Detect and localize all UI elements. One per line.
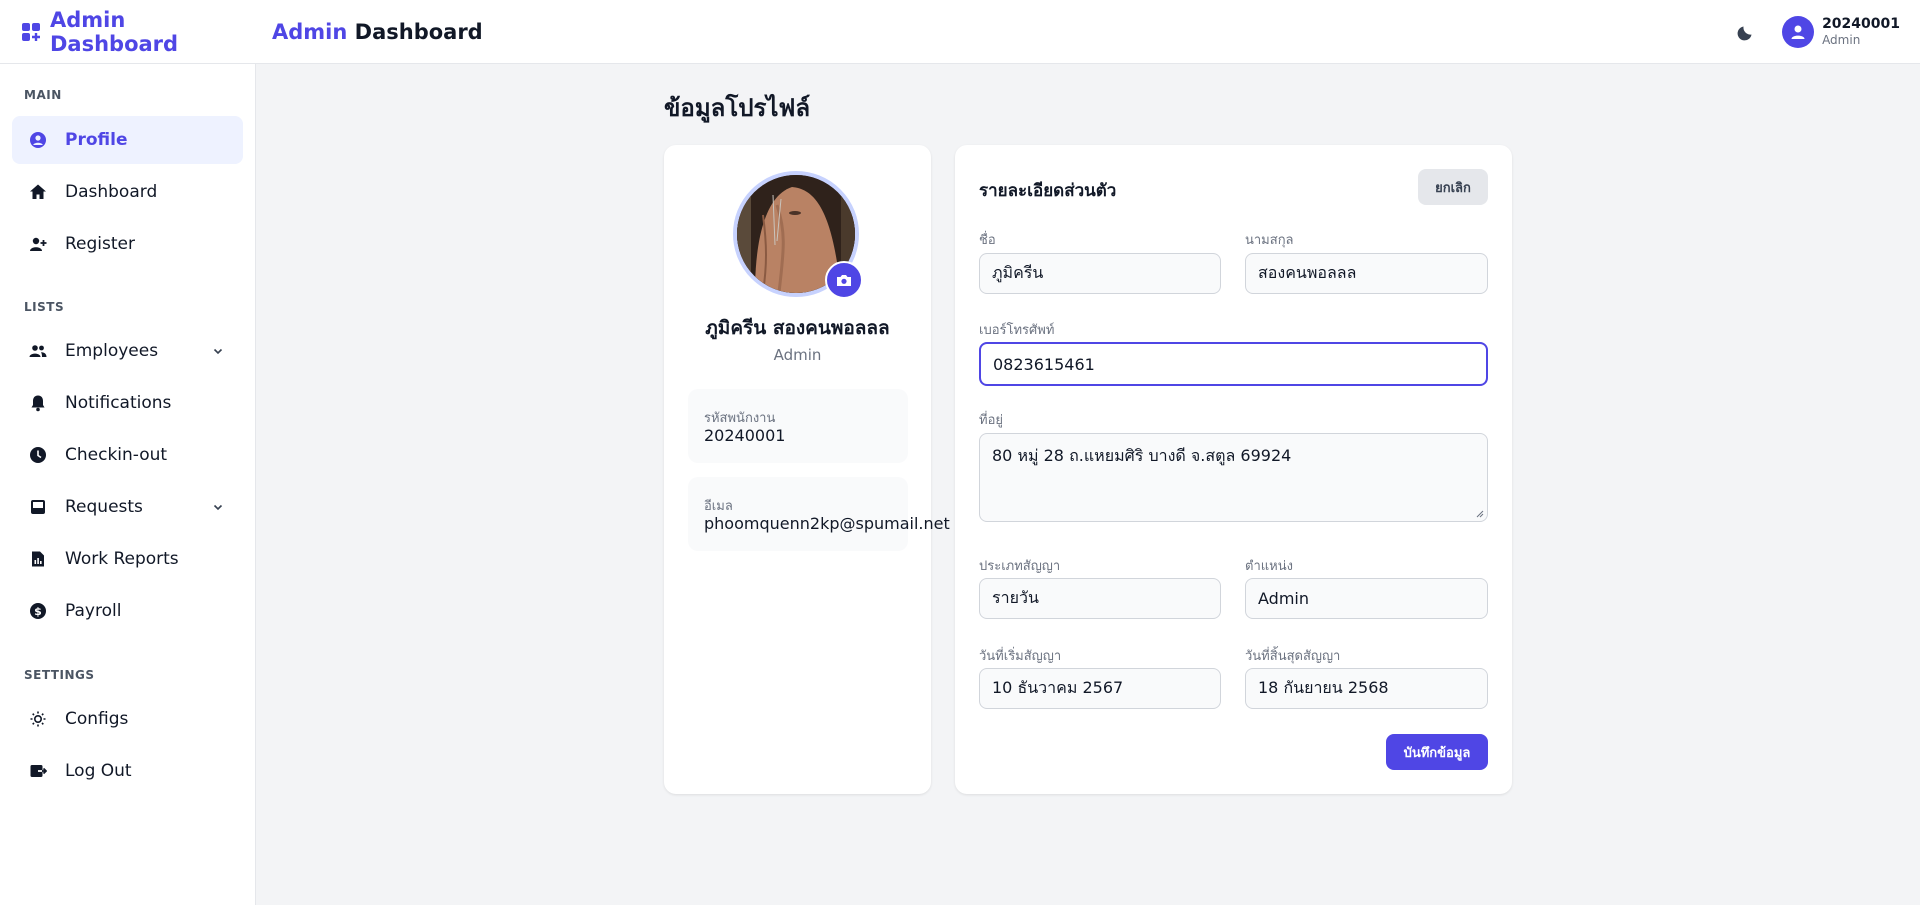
sidebar-item-label: Dashboard xyxy=(65,182,158,202)
camera-icon xyxy=(837,275,851,286)
sidebar-item-label: Register xyxy=(65,234,135,254)
sidebar-item-register[interactable]: Register xyxy=(12,220,243,268)
sidebar-item-profile[interactable]: Profile xyxy=(12,116,243,164)
sidebar-item-label: Requests xyxy=(65,497,143,517)
page-heading: Admin Dashboard xyxy=(272,20,483,44)
end-date-field[interactable]: 18 กันยายน 2568 xyxy=(1245,668,1488,709)
chevron-down-icon[interactable] xyxy=(211,500,225,514)
chevron-down-icon[interactable] xyxy=(211,344,225,358)
clock-icon xyxy=(29,446,47,464)
start-date-field[interactable]: 10 ธันวาคม 2567 xyxy=(979,668,1221,709)
moon-icon[interactable] xyxy=(1736,22,1756,42)
first-name-label: ชื่อ xyxy=(979,233,996,248)
section-title-lists: LISTS xyxy=(24,300,65,314)
email-box: อีเมล phoomquenn2kp@spumail.net xyxy=(688,477,950,551)
email-label: อีเมล xyxy=(704,499,733,514)
end-date-label: วันที่สิ้นสุดสัญญา xyxy=(1245,649,1341,664)
top-header: Admin Dashboard Admin Dashboard 20240001… xyxy=(0,0,1920,64)
sidebar-item-payroll[interactable]: $ Payroll xyxy=(12,587,243,635)
dollar-icon: $ xyxy=(29,602,47,620)
bell-icon xyxy=(29,394,47,412)
brand-title: Admin Dashboard xyxy=(50,7,179,56)
start-date-label: วันที่เริ่มสัญญา xyxy=(979,649,1062,664)
profile-name: ภูมิครีน สองคนพอลลล xyxy=(705,317,890,339)
profile-card: ภูมิครีน สองคนพอลลล Admin รหัสพนักงาน 20… xyxy=(664,145,950,794)
address-label: ที่อยู่ xyxy=(979,413,1003,428)
page-heading-rest: Dashboard xyxy=(354,19,483,44)
email-value: phoomquenn2kp@spumail.net xyxy=(704,514,950,533)
user-circle-icon xyxy=(29,131,47,149)
sidebar-item-notifications[interactable]: Notifications xyxy=(12,379,243,427)
user-info[interactable]: 20240001 Admin xyxy=(1822,16,1900,48)
phone-label: เบอร์โทรศัพท์ xyxy=(979,323,1055,338)
employee-id-label: รหัสพนักงาน xyxy=(704,411,776,426)
last-name-label: นามสกุล xyxy=(1245,233,1294,248)
user-avatar[interactable] xyxy=(1782,16,1815,48)
header-user-area: 20240001 Admin xyxy=(1736,0,1900,64)
save-button[interactable]: บันทึกข้อมูล xyxy=(1386,734,1488,770)
user-role: Admin xyxy=(1822,33,1861,47)
resize-handle-icon[interactable] xyxy=(1476,510,1484,518)
user-id: 20240001 xyxy=(1822,16,1900,32)
inbox-icon xyxy=(29,498,47,516)
sidebar-item-label: Payroll xyxy=(65,601,122,621)
last-name-field[interactable]: สองคนพอลลล xyxy=(1245,253,1488,294)
grid-plus-icon xyxy=(22,22,40,41)
address-textarea[interactable]: 80 หมู่ 28 ถ.แหยมศิริ บางดี จ.สตูล 69924 xyxy=(979,433,1488,522)
user-icon xyxy=(1791,25,1805,39)
sidebar-item-requests[interactable]: Requests xyxy=(12,483,243,531)
home-icon xyxy=(29,183,47,201)
report-icon xyxy=(29,550,47,568)
cancel-button[interactable]: ยกเลิก xyxy=(1418,169,1488,205)
sidebar-item-label: Work Reports xyxy=(65,549,179,569)
details-card: รายละเอียดส่วนตัว ยกเลิก ชื่อ ภูมิครีน น… xyxy=(955,145,1512,794)
users-icon xyxy=(29,342,47,360)
svg-text:$: $ xyxy=(34,605,42,618)
details-title: รายละเอียดส่วนตัว xyxy=(979,181,1117,201)
sidebar-item-label: Profile xyxy=(65,130,128,150)
employee-id-box: รหัสพนักงาน 20240001 xyxy=(688,389,908,463)
user-plus-icon xyxy=(29,235,47,253)
first-name-field[interactable]: ภูมิครีน xyxy=(979,253,1221,294)
sidebar-item-dashboard[interactable]: Dashboard xyxy=(12,168,243,216)
sidebar-item-label: Checkin-out xyxy=(65,445,168,465)
contract-type-label: ประเภทสัญญา xyxy=(979,559,1061,574)
change-photo-button[interactable] xyxy=(825,261,863,299)
employee-id-value: 20240001 xyxy=(704,426,786,445)
brand[interactable]: Admin Dashboard xyxy=(0,8,256,56)
profile-role: Admin xyxy=(773,346,822,364)
sidebar: MAIN Profile Dashboard Register LISTS Em… xyxy=(0,64,256,905)
position-label: ตำแหน่ง xyxy=(1245,559,1293,574)
section-title-settings: SETTINGS xyxy=(24,668,95,682)
page-heading-accent: Admin xyxy=(272,19,348,44)
sidebar-item-label: Log Out xyxy=(65,761,132,781)
page-title: ข้อมูลโปรไฟล์ xyxy=(664,94,811,122)
sidebar-item-work-reports[interactable]: Work Reports xyxy=(12,535,243,583)
sidebar-item-label: Notifications xyxy=(65,393,172,413)
sidebar-item-label: Employees xyxy=(65,341,159,361)
contract-type-field[interactable]: รายวัน xyxy=(979,578,1221,619)
position-field[interactable]: Admin xyxy=(1245,578,1488,619)
sidebar-item-configs[interactable]: Configs xyxy=(12,695,243,743)
logout-icon xyxy=(29,762,47,780)
phone-field[interactable]: 0823615461 xyxy=(979,342,1488,386)
sidebar-item-logout[interactable]: Log Out xyxy=(12,747,243,795)
section-title-main: MAIN xyxy=(24,88,62,102)
sidebar-item-label: Configs xyxy=(65,709,129,729)
sidebar-item-employees[interactable]: Employees xyxy=(12,327,243,375)
address-value: 80 หมู่ 28 ถ.แหยมศิริ บางดี จ.สตูล 69924 xyxy=(992,446,1292,465)
sidebar-item-checkin-out[interactable]: Checkin-out xyxy=(12,431,243,479)
sun-gear-icon xyxy=(29,710,47,728)
